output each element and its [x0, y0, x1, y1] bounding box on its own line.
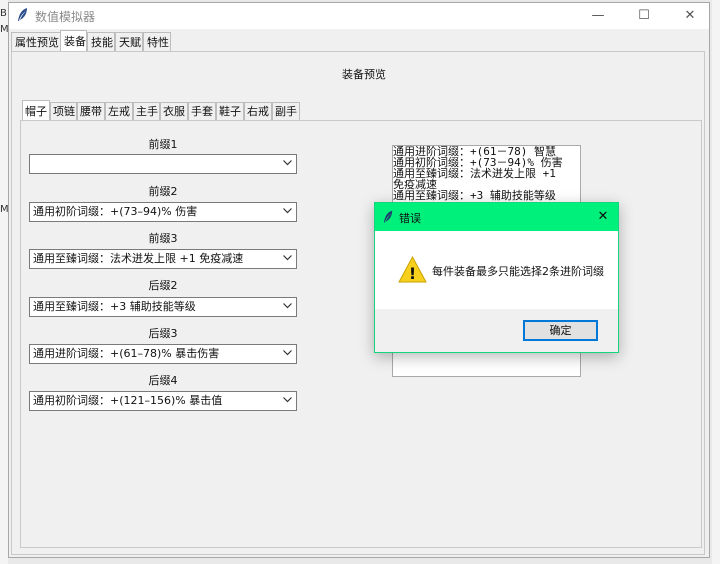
- feather-icon: [18, 8, 27, 21]
- combo-value: 通用初阶词缀：+(121–156)% 暴击值: [33, 394, 223, 407]
- field-label-prefix-3: 前缀3: [148, 232, 178, 245]
- field-label-prefix-2: 前缀2: [148, 185, 178, 198]
- error-dialog: 错误 ✕ ! 每件装备最多只能选择2条进阶词缀 确定: [374, 202, 619, 353]
- combo-suffix-3[interactable]: 通用进阶词缀：+(61–78)% 暴击伤害: [29, 344, 297, 364]
- background-window-fragment: M: [0, 204, 8, 215]
- combo-prefix-3[interactable]: 通用至臻词缀：法术迸发上限 +1 免疫减速: [29, 249, 297, 269]
- slot-tab-hat[interactable]: 帽子: [22, 100, 50, 122]
- slot-tab-belt[interactable]: 腰带: [77, 102, 105, 120]
- preview-line: 通用至臻词缀：+3 辅助技能等级: [393, 189, 556, 202]
- slot-tab-clothes[interactable]: 衣服: [160, 102, 188, 120]
- combo-value: 通用进阶词缀：+(61–78)% 暴击伤害: [33, 347, 220, 360]
- ok-button[interactable]: 确定: [523, 320, 598, 341]
- slot-tab-right-ring[interactable]: 右戒: [244, 102, 272, 120]
- chevron-down-icon: [283, 255, 292, 261]
- slot-tab-necklace[interactable]: 项链: [50, 102, 77, 120]
- combo-value: 通用至臻词缀：+3 辅助技能等级: [33, 300, 196, 313]
- background-window-fragment: M: [0, 24, 8, 35]
- chevron-down-icon: [283, 160, 292, 166]
- chevron-down-icon: [283, 397, 292, 403]
- combo-suffix-4[interactable]: 通用初阶词缀：+(121–156)% 暴击值: [29, 391, 297, 411]
- tab-traits[interactable]: 特性: [143, 32, 171, 51]
- field-label-suffix-4: 后缀4: [148, 374, 178, 387]
- slot-tab-main-hand[interactable]: 主手: [133, 102, 160, 120]
- dialog-title: 错误: [399, 212, 421, 225]
- tab-skills[interactable]: 技能: [87, 32, 115, 51]
- chevron-down-icon: [283, 303, 292, 309]
- combo-value: 通用至臻词缀：法术迸发上限 +1 免疫减速: [33, 252, 244, 265]
- tab-talents[interactable]: 天赋: [115, 32, 143, 51]
- maximize-button[interactable]: ☐: [621, 3, 667, 29]
- slot-tab-off-hand[interactable]: 副手: [272, 102, 300, 120]
- warning-icon: !: [398, 256, 427, 283]
- chevron-down-icon: [283, 350, 292, 356]
- section-title: 装备预览: [342, 68, 386, 81]
- field-label-suffix-3: 后缀3: [148, 327, 178, 340]
- slot-tab-shoes[interactable]: 鞋子: [216, 102, 244, 120]
- combo-value: 通用初阶词缀：+(73–94)% 伤害: [33, 205, 198, 218]
- field-label-prefix-1: 前缀1: [148, 138, 178, 151]
- window-title: 数值模拟器: [35, 10, 96, 24]
- field-label-suffix-2: 后缀2: [148, 279, 178, 292]
- tab-equipment[interactable]: 装备: [60, 30, 87, 52]
- dialog-title-bar[interactable]: 错误 ✕: [375, 203, 618, 231]
- dialog-close-button[interactable]: ✕: [588, 203, 618, 231]
- background-window-edge: [712, 0, 720, 564]
- chevron-down-icon: [283, 208, 292, 214]
- warning-glyph: !: [409, 264, 416, 283]
- dialog-message: 每件装备最多只能选择2条进阶词缀: [432, 265, 604, 278]
- combo-prefix-2[interactable]: 通用初阶词缀：+(73–94)% 伤害: [29, 202, 297, 222]
- title-bar[interactable]: 数值模拟器 — ☐ ✕: [9, 3, 709, 29]
- combo-prefix-1[interactable]: [29, 154, 297, 174]
- close-button[interactable]: ✕: [667, 3, 713, 29]
- tab-attribute-preview[interactable]: 属性预览: [11, 32, 61, 51]
- background-window-fragment: B: [0, 8, 7, 19]
- background-window-edge: [0, 0, 8, 564]
- combo-suffix-2[interactable]: 通用至臻词缀：+3 辅助技能等级: [29, 297, 297, 317]
- slot-tab-gloves[interactable]: 手套: [188, 102, 216, 120]
- feather-icon: [383, 210, 393, 223]
- dialog-body: ! 每件装备最多只能选择2条进阶词缀: [375, 231, 618, 309]
- slot-tab-left-ring[interactable]: 左戒: [105, 102, 133, 120]
- minimize-button[interactable]: —: [575, 3, 621, 29]
